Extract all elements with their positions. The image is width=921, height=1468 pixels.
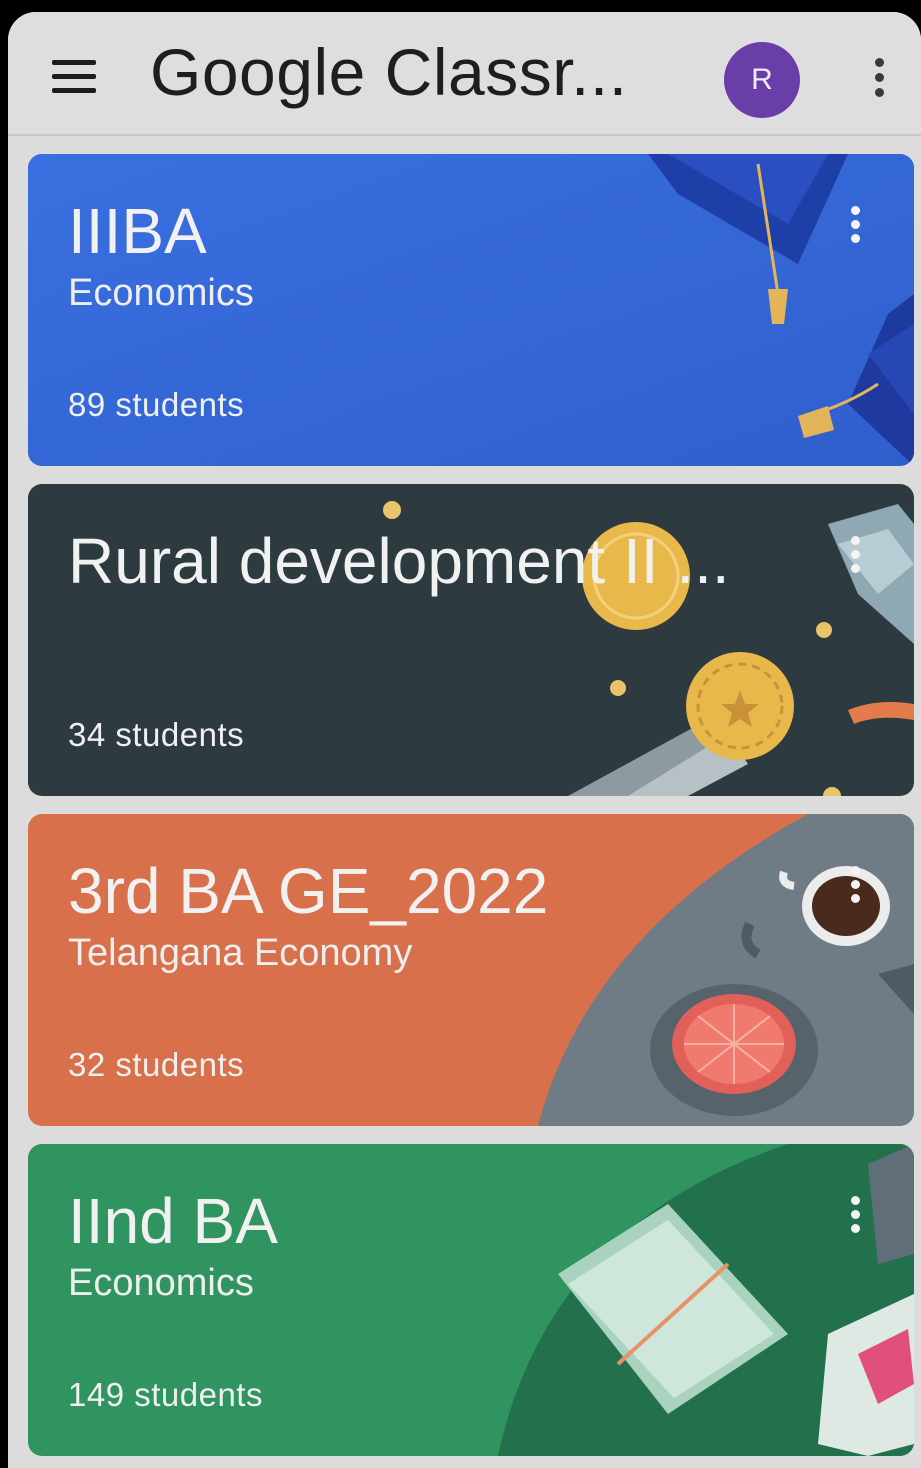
class-section: Telangana Economy — [68, 932, 413, 974]
class-card-iind-ba[interactable]: IInd BA Economics 149 students — [28, 1144, 914, 1456]
class-more-vert-icon[interactable] — [844, 204, 870, 248]
class-section: Economics — [68, 272, 254, 314]
more-vert-icon[interactable] — [868, 54, 892, 102]
app-title: Google Classr... — [150, 35, 628, 109]
student-count: 149 students — [68, 1376, 263, 1413]
class-more-vert-icon[interactable] — [844, 864, 870, 908]
class-more-vert-icon[interactable] — [844, 1194, 870, 1238]
class-title: IIIBA — [68, 195, 207, 267]
student-count: 89 students — [68, 386, 245, 423]
class-card-3rd-ba-ge-2022[interactable]: 3rd BA GE_2022 Telangana Economy 32 stud… — [28, 814, 914, 1126]
classroom-screen: Google Classr... R IIIBA Economics 89 st… — [8, 12, 921, 1468]
class-section: Economics — [68, 1262, 254, 1304]
class-card-rural-development[interactable]: Rural development II ... 34 students — [28, 484, 914, 796]
class-more-vert-icon[interactable] — [844, 534, 870, 578]
student-count: 32 students — [68, 1046, 245, 1083]
class-card-iiiba[interactable]: IIIBA Economics 89 students — [28, 154, 914, 466]
student-count: 34 students — [68, 716, 245, 753]
account-avatar[interactable]: R — [724, 42, 800, 118]
class-title: Rural development II ... — [68, 525, 730, 597]
class-title: IInd BA — [68, 1185, 278, 1257]
app-bar: Google Classr... R — [8, 12, 921, 136]
class-title: 3rd BA GE_2022 — [68, 855, 549, 927]
hamburger-menu-icon[interactable] — [52, 60, 100, 94]
